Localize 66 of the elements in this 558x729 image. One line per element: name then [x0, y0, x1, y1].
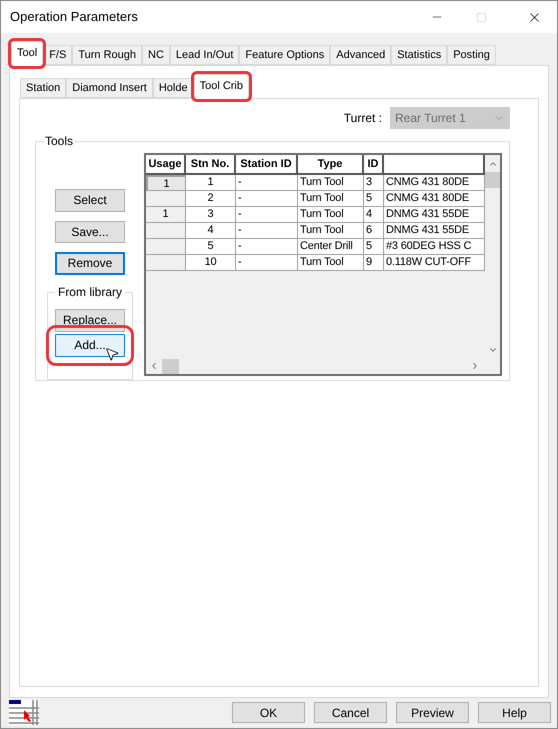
table-cell: 5: [364, 239, 384, 255]
table-cell: 0.118W CUT-OFF: [384, 255, 485, 271]
table-cell: Center Drill: [298, 239, 364, 255]
tab[interactable]: Diamond Insert: [66, 78, 153, 98]
dialog-button[interactable]: Help: [478, 702, 551, 723]
table-cell: 1: [146, 175, 186, 191]
table-cell: CNMG 431 80DE: [384, 191, 485, 207]
table-cell: -: [236, 239, 298, 255]
table-cell: -: [236, 191, 298, 207]
column-header: Stn No.: [186, 155, 236, 175]
table-cell: Turn Tool: [298, 255, 364, 271]
tab[interactable]: Feature Options: [239, 45, 330, 65]
table-cell: Turn Tool: [298, 223, 364, 239]
table-cell: #3 60DEG HSS C: [384, 239, 485, 255]
table-cell: 4: [364, 207, 384, 223]
button[interactable]: Remove: [55, 252, 125, 275]
button[interactable]: Save...: [55, 220, 125, 244]
tab[interactable]: F/S: [43, 45, 72, 65]
table-cell: 1: [186, 175, 236, 191]
tab[interactable]: Statistics: [391, 45, 448, 65]
tab[interactable]: Lead In/Out: [170, 45, 240, 65]
table-cell: 9: [364, 255, 384, 271]
group-title: Tools: [44, 134, 74, 148]
column-header: Type: [298, 155, 364, 175]
tab[interactable]: NC: [142, 45, 170, 65]
column-header: ID: [364, 155, 384, 175]
dialog-button[interactable]: Preview: [396, 702, 469, 723]
table-cell: DNMG 431 55DE: [384, 223, 485, 239]
group-title: From library: [54, 284, 125, 299]
column-header: Station ID: [236, 155, 298, 175]
dialog-button[interactable]: Cancel: [314, 702, 387, 723]
table-cell: 5: [186, 239, 236, 255]
tab[interactable]: Holde: [152, 78, 194, 98]
tab[interactable]: Tool Crib: [194, 74, 249, 99]
button[interactable]: Replace...: [55, 308, 125, 332]
tab[interactable]: Turn Rough: [72, 45, 142, 65]
table-cell: 6: [364, 223, 384, 239]
tab[interactable]: Posting: [447, 45, 496, 65]
table-cell: 10: [186, 255, 236, 271]
table-cell: -: [236, 207, 298, 223]
table-cell: 2: [186, 191, 236, 207]
app-icon: [9, 700, 39, 725]
table-cell: -: [236, 255, 298, 271]
dialog-button[interactable]: OK: [232, 702, 305, 723]
turret-label: Turret :: [344, 110, 382, 127]
table-cell: 3: [186, 207, 236, 223]
table-cell: DNMG 431 55DE: [384, 207, 485, 223]
column-header: Usage: [146, 155, 186, 175]
table-cell: -: [236, 175, 298, 191]
table-cell: 5: [364, 191, 384, 207]
scroll-thumb[interactable]: [162, 358, 179, 374]
table-cell: 1: [146, 207, 186, 223]
window-title: Operation Parameters: [10, 8, 139, 26]
tab[interactable]: Advanced: [330, 45, 392, 65]
table-cell: -: [236, 223, 298, 239]
table-cell: Turn Tool: [298, 175, 364, 191]
button[interactable]: Select: [55, 189, 125, 212]
cursor-icon: [104, 346, 120, 362]
table-cell: 3: [364, 175, 384, 191]
scroll-thumb[interactable]: [485, 172, 500, 188]
table-cell: 4: [186, 223, 236, 239]
tab[interactable]: Station: [20, 78, 66, 98]
tab[interactable]: Tool: [11, 41, 44, 66]
table-cell: CNMG 431 80DE: [384, 175, 485, 191]
table-cell: Turn Tool: [298, 207, 364, 223]
table-cell: Turn Tool: [298, 191, 364, 207]
